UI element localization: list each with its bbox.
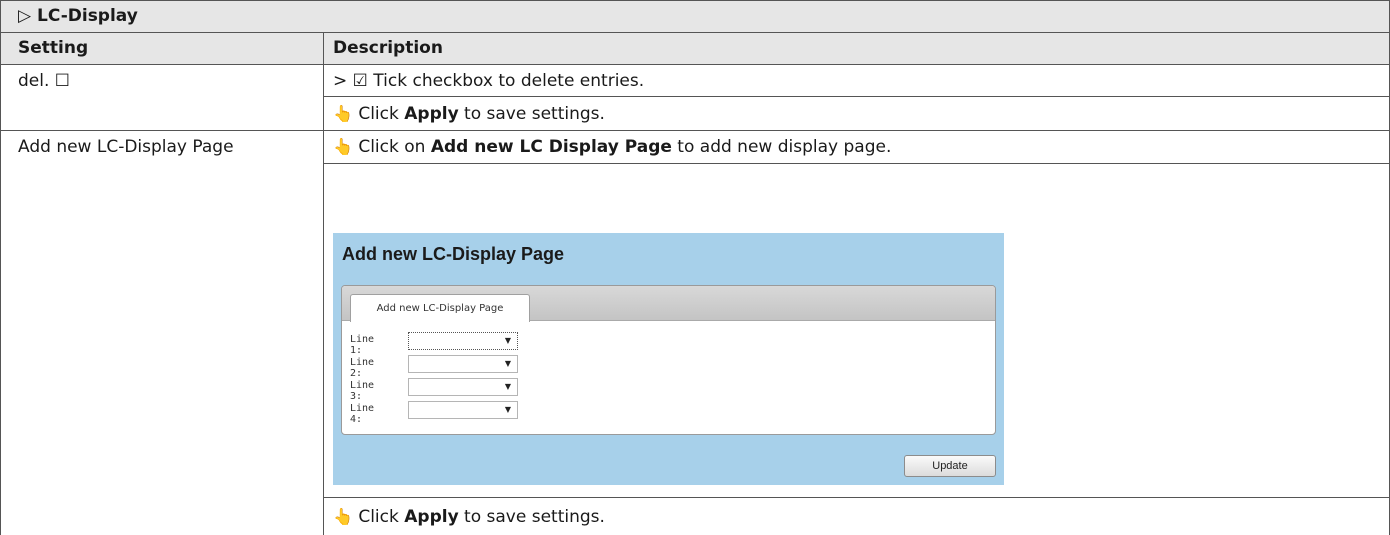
chevron-down-icon: ▼	[504, 336, 511, 345]
description-text: to save settings.	[458, 507, 605, 527]
line-2-select[interactable]: ▼	[408, 355, 518, 373]
description-bold: Apply	[404, 104, 459, 124]
chevron-down-icon: ▼	[504, 359, 511, 368]
hand-pointer-icon: 👆	[333, 104, 353, 123]
hand-pointer-icon: 👆	[333, 507, 353, 526]
rule	[323, 96, 1390, 97]
triangle-right-icon: ▷	[18, 6, 32, 26]
embedded-screenshot: Add new LC-Display Page Add new LC-Displ…	[333, 233, 1004, 485]
rule	[0, 32, 1390, 33]
tab-strip: Add new LC-Display Page	[342, 286, 995, 322]
rule	[0, 0, 1, 535]
description-line: 👆 Click Apply to save settings.	[333, 102, 605, 126]
description-bold: Apply	[404, 507, 459, 527]
line-1-label: Line 1:	[350, 334, 375, 356]
description-text: Click	[352, 507, 405, 527]
rule	[0, 64, 1390, 65]
line-1-select[interactable]: ▼	[408, 332, 518, 350]
section-title: ▷ LC-Display	[18, 4, 138, 28]
column-header-setting: Setting	[18, 38, 89, 58]
rule	[323, 163, 1390, 164]
column-header-description: Description	[333, 38, 443, 58]
description-text: to add new display page.	[671, 137, 892, 157]
rule	[0, 0, 1390, 1]
description-text: Tick checkbox to delete entries.	[373, 71, 645, 91]
tab-add-new-page[interactable]: Add new LC-Display Page	[350, 294, 530, 322]
rule	[0, 130, 1390, 131]
section-header-band	[1, 1, 1389, 32]
screenshot-panel: Add new LC-Display Page Line 1: ▼ Line 2…	[341, 285, 996, 435]
screenshot-title: Add new LC-Display Page	[342, 244, 565, 264]
line-3-select[interactable]: ▼	[408, 378, 518, 396]
rule	[323, 497, 1390, 498]
update-button[interactable]: Update	[904, 455, 996, 477]
line-4-select[interactable]: ▼	[408, 401, 518, 419]
lc-display-table: ▷ LC-Display Setting Description del. ☐ …	[0, 0, 1390, 535]
description-line: 👆 Click on Add new LC Display Page to ad…	[333, 135, 891, 159]
description-text: Click	[352, 104, 405, 124]
section-title-text: LC-Display	[37, 6, 138, 26]
line-3-label: Line 3:	[350, 380, 375, 402]
setting-add-new-page: Add new LC-Display Page	[18, 137, 234, 157]
hand-pointer-icon: 👆	[333, 137, 353, 156]
column-header-band	[1, 33, 1389, 64]
checked-box-icon: > ☑	[333, 71, 374, 91]
chevron-down-icon: ▼	[504, 382, 511, 391]
rule	[323, 32, 324, 535]
setting-del: del. ☐	[18, 71, 71, 91]
chevron-down-icon: ▼	[504, 405, 511, 414]
line-4-label: Line 4:	[350, 403, 375, 425]
line-2-label: Line 2:	[350, 357, 375, 379]
description-line: > ☑ Tick checkbox to delete entries.	[333, 69, 644, 93]
description-text: to save settings.	[458, 104, 605, 124]
description-bold: Add new LC Display Page	[430, 137, 672, 157]
description-line: 👆 Click Apply to save settings.	[333, 505, 605, 529]
description-text: Click on	[352, 137, 431, 157]
